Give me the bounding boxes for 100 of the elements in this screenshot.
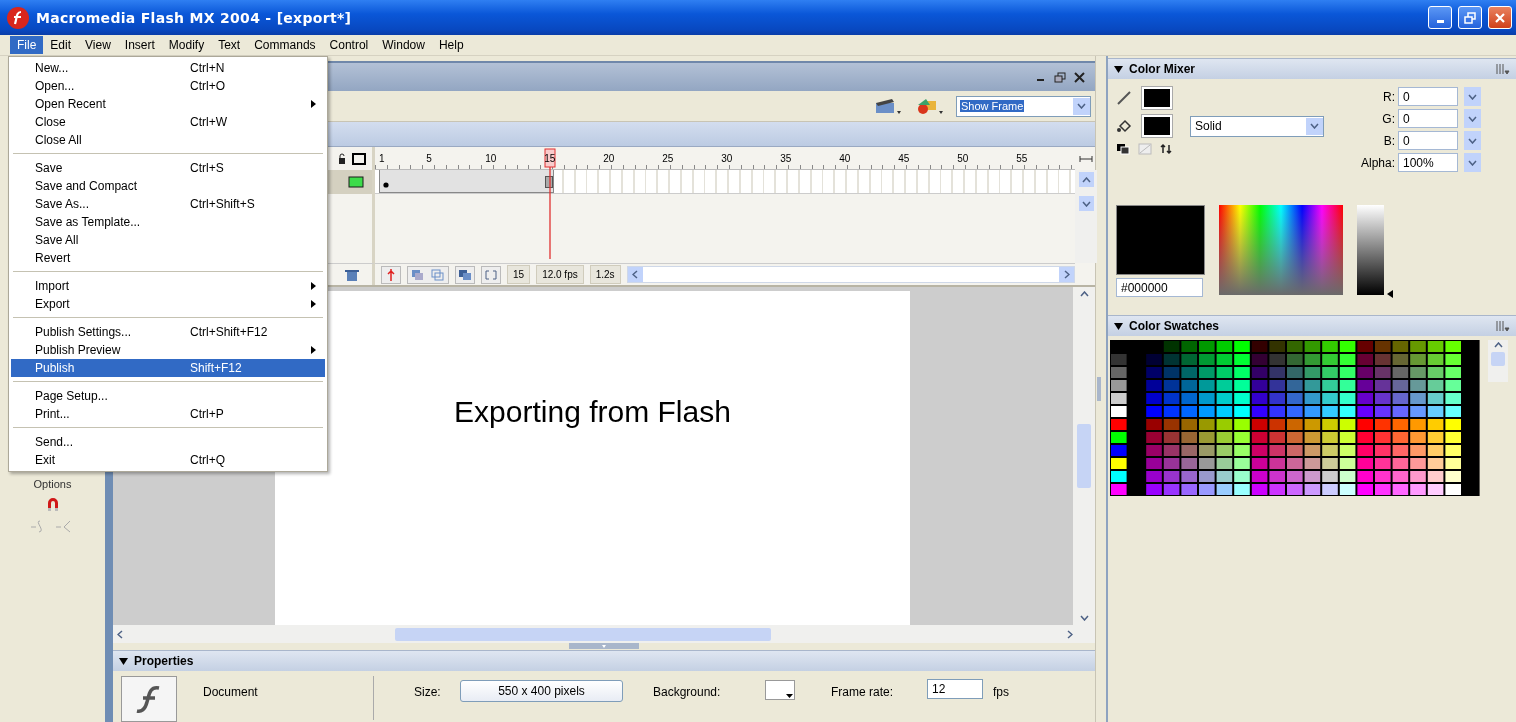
collapse-triangle-icon[interactable] — [119, 657, 128, 665]
timeline-scrollbar[interactable] — [626, 266, 1076, 283]
menu-item[interactable]: Control — [322, 36, 376, 54]
edit-frames-icon[interactable] — [455, 265, 475, 284]
close-icon[interactable] — [1074, 71, 1085, 83]
channel-field[interactable]: 0 — [1398, 87, 1458, 106]
frame-number: 35 — [780, 153, 793, 166]
collapse-triangle-icon[interactable] — [1114, 65, 1123, 73]
outline-icon — [352, 152, 366, 165]
playhead[interactable] — [544, 147, 556, 259]
swatch-palette[interactable] — [1110, 340, 1480, 496]
channel-dropdown-button[interactable] — [1464, 131, 1481, 150]
paint-bucket-icon — [1116, 118, 1134, 134]
restore-icon — [1464, 11, 1476, 24]
channel-dropdown-button[interactable] — [1464, 109, 1481, 128]
frame-number: 10 — [485, 153, 498, 166]
panel-menu-icon[interactable] — [1496, 320, 1510, 332]
menu-entry[interactable]: Close All — [11, 131, 325, 149]
menu-entry[interactable]: Save As... Ctrl+Shift+S — [11, 195, 325, 213]
menu-entry[interactable]: Publish Preview — [11, 341, 325, 359]
menu-entry[interactable]: Save and Compact — [11, 177, 325, 195]
magnet-icon[interactable] — [45, 496, 60, 512]
frame-rate-field[interactable]: 12 — [927, 679, 983, 699]
elapsed-time: 1.2s — [589, 265, 621, 284]
menu-entry[interactable]: New... Ctrl+N — [11, 59, 325, 77]
restore-icon[interactable] — [1054, 71, 1066, 83]
close-button[interactable] — [1488, 6, 1512, 29]
keyframe-icon — [383, 182, 389, 188]
restore-button[interactable] — [1458, 6, 1482, 29]
scroll-thumb[interactable] — [1491, 352, 1505, 366]
horizontal-scrollbar[interactable] — [113, 625, 1095, 643]
menu-entry[interactable]: Page Setup... — [11, 387, 325, 405]
no-color-icon[interactable] — [1138, 143, 1152, 155]
shortcut-label: Ctrl+W — [190, 115, 228, 129]
menu-entry[interactable]: Send... — [11, 433, 325, 451]
minimize-button[interactable] — [1428, 6, 1452, 29]
hex-field[interactable]: #000000 — [1116, 278, 1203, 297]
menu-entry[interactable]: Open... Ctrl+O — [11, 77, 325, 95]
size-label: Size: — [414, 684, 442, 699]
onion-markers-icon[interactable] — [481, 265, 501, 284]
menu-item[interactable]: Edit — [43, 36, 79, 54]
swap-colors-icon[interactable] — [1160, 143, 1172, 155]
channel-dropdown-button[interactable] — [1464, 153, 1481, 172]
menu-entry[interactable]: Print... Ctrl+P — [11, 405, 325, 423]
frame-number: 50 — [957, 153, 970, 166]
minimize-icon — [1436, 20, 1444, 23]
panel-grip[interactable] — [569, 643, 639, 650]
channel-field[interactable]: 0 — [1398, 131, 1458, 150]
vertical-scrollbar[interactable] — [1073, 287, 1095, 625]
menu-item[interactable]: File — [10, 36, 44, 54]
splitter-grip[interactable] — [1096, 377, 1102, 401]
scroll-thumb[interactable] — [395, 627, 771, 641]
frame-number: 45 — [898, 153, 911, 166]
menu-item[interactable]: Commands — [247, 36, 323, 54]
menu-entry[interactable]: Save as Template... — [11, 213, 325, 231]
lock-icon — [338, 152, 346, 165]
menu-entry[interactable]: Save All — [11, 231, 325, 249]
properties-header[interactable]: Properties — [113, 650, 1095, 671]
menu-entry[interactable]: Exit Ctrl+Q — [11, 451, 325, 469]
menu-entry[interactable]: Revert — [11, 249, 325, 267]
menu-entry[interactable]: Save Ctrl+S — [11, 159, 325, 177]
fill-type-dropdown[interactable]: Solid — [1190, 115, 1324, 137]
panel-menu-icon[interactable] — [1496, 63, 1510, 75]
onion-skin-icons[interactable] — [407, 265, 449, 284]
color-mixer-header[interactable]: Color Mixer — [1108, 58, 1516, 79]
channel-dropdown-button[interactable] — [1464, 87, 1481, 106]
trash-icon[interactable] — [344, 267, 360, 282]
channel-field[interactable]: 0 — [1398, 109, 1458, 128]
scroll-thumb[interactable] — [1077, 424, 1091, 488]
color-swatches-header[interactable]: Color Swatches — [1108, 315, 1516, 336]
center-frame-icon[interactable] — [381, 265, 401, 284]
menu-item[interactable]: View — [78, 36, 118, 54]
menu-entry[interactable]: Export — [11, 295, 325, 313]
menu-entry[interactable]: Open Recent — [11, 95, 325, 113]
shortcut-label: Ctrl+Q — [190, 453, 226, 467]
menu-item[interactable]: Window — [375, 36, 432, 54]
timeline-menu-icon[interactable] — [1079, 153, 1094, 164]
scroll-down-button[interactable] — [1078, 196, 1094, 211]
channel-field[interactable]: 100% — [1398, 153, 1458, 172]
background-color-button[interactable] — [765, 680, 795, 700]
menu-entry[interactable]: Close Ctrl+W — [11, 113, 325, 131]
menu-entry[interactable]: Publish Shift+F12 — [11, 359, 325, 377]
scene-icon[interactable] — [874, 97, 902, 115]
fill-color-chip[interactable] — [1142, 115, 1172, 137]
default-colors-icon[interactable] — [1116, 143, 1130, 155]
collapse-triangle-icon[interactable] — [1114, 322, 1123, 330]
view-dropdown[interactable]: Show Frame — [956, 95, 1091, 117]
caret-icon — [1468, 93, 1477, 100]
size-button[interactable]: 550 x 400 pixels — [460, 680, 623, 702]
swatch-scrollbar[interactable] — [1488, 340, 1508, 382]
menu-entry[interactable]: Publish Settings... Ctrl+Shift+F12 — [11, 323, 325, 341]
scroll-up-button[interactable] — [1078, 172, 1094, 187]
menu-item[interactable]: Help — [431, 36, 471, 54]
menu-item[interactable]: Text — [211, 36, 248, 54]
stroke-color-chip[interactable] — [1142, 87, 1172, 109]
menu-entry[interactable]: Import — [11, 277, 325, 295]
brightness-slider[interactable] — [1357, 205, 1395, 299]
menu-item[interactable]: Modify — [161, 36, 212, 54]
menu-item[interactable]: Insert — [117, 36, 162, 54]
shortcut-label: Ctrl+P — [190, 407, 225, 421]
